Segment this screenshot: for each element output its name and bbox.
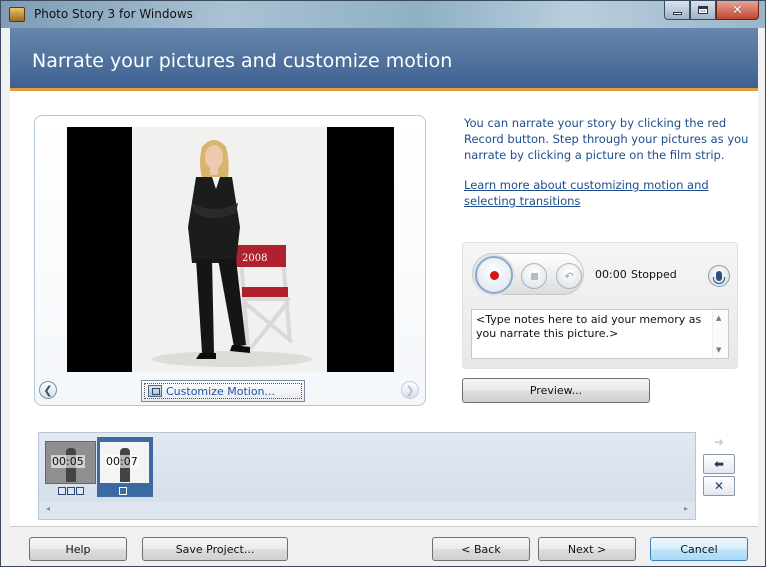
move-picture-left-button[interactable]: ⬅	[703, 454, 735, 474]
record-icon	[490, 271, 499, 280]
current-picture: 2008	[132, 127, 327, 372]
film-strip-item-selected[interactable]: 00:07	[97, 437, 153, 497]
save-project-button[interactable]: Save Project...	[142, 537, 288, 561]
scroll-right-icon: ▸	[683, 504, 688, 513]
film-strip: 00:05 00:07 ◂ ▸	[38, 432, 696, 520]
recording-status: Stopped	[631, 268, 677, 281]
picture-preview: 2008	[67, 127, 394, 372]
preview-button[interactable]: Preview...	[462, 378, 650, 403]
close-button[interactable]: ✕	[716, 1, 759, 20]
notes-box: <Type notes here to aid your memory as y…	[471, 309, 729, 359]
stop-button[interactable]	[521, 263, 547, 289]
narration-recorder: ↶ 00:00 Stopped <Type notes here to aid …	[462, 242, 738, 369]
record-button[interactable]	[475, 256, 513, 294]
motion-indicator-icon	[119, 487, 127, 495]
next-button[interactable]: Next >	[538, 537, 636, 561]
thumbnail-indicators	[119, 487, 127, 495]
music-indicator-icon	[76, 487, 84, 495]
scroll-up-icon: ▲	[716, 314, 722, 322]
scroll-down-icon: ▼	[716, 346, 722, 354]
customize-motion-label: Customize Motion...	[166, 384, 276, 398]
undo-icon: ↶	[564, 269, 574, 283]
minimize-icon	[672, 11, 682, 15]
picture-preview-panel: 2008 ❮ Customize Motion... ❯	[34, 115, 426, 406]
stop-icon	[530, 272, 538, 280]
chair-text: 2008	[242, 253, 267, 264]
next-picture-button[interactable]: ❯	[401, 381, 419, 399]
wizard-footer: Help Save Project... < Back Next > Cance…	[10, 526, 758, 566]
thumbnail-duration: 00:07	[105, 455, 139, 468]
microphone-icon	[713, 271, 725, 284]
caption-buttons: ✕	[664, 1, 759, 21]
film-strip-item[interactable]: 00:05	[43, 437, 99, 497]
customize-motion-button[interactable]: Customize Motion...	[141, 380, 305, 402]
narration-indicator-icon	[58, 487, 66, 495]
help-button[interactable]: Help	[29, 537, 127, 561]
delete-icon: ✕	[713, 479, 725, 493]
chevron-right-icon: ❯	[405, 383, 415, 397]
previous-picture-button[interactable]: ❮	[39, 381, 57, 399]
microphone-button[interactable]	[708, 265, 730, 287]
arrow-right-icon: ➜	[713, 435, 725, 449]
chevron-left-icon: ❮	[43, 383, 53, 397]
page-title: Narrate your pictures and customize moti…	[32, 50, 453, 72]
minimize-button[interactable]	[664, 1, 690, 20]
thumbnail-indicators	[58, 487, 84, 495]
app-icon	[9, 7, 25, 22]
scroll-left-icon: ◂	[46, 504, 51, 513]
back-button[interactable]: < Back	[432, 537, 530, 561]
photo-story-window: Photo Story 3 for Windows ✕ Narrate your…	[0, 0, 766, 567]
cancel-button[interactable]: Cancel	[650, 537, 748, 561]
motion-indicator-icon	[67, 487, 75, 495]
narration-notes-field[interactable]: <Type notes here to aid your memory as y…	[472, 310, 713, 358]
instructions-text: You can narrate your story by clicking t…	[464, 116, 749, 162]
move-picture-right-button[interactable]: ➜	[703, 432, 735, 452]
maximize-button[interactable]	[690, 1, 716, 20]
customize-motion-icon	[148, 385, 162, 397]
arrow-left-icon: ⬅	[713, 457, 725, 471]
undo-button[interactable]: ↶	[556, 263, 582, 289]
page-header: Narrate your pictures and customize moti…	[10, 28, 758, 91]
maximize-icon	[698, 6, 708, 14]
close-icon: ✕	[732, 2, 743, 18]
film-strip-scrollbar[interactable]: ◂ ▸	[39, 502, 695, 519]
recording-time: 00:00	[595, 268, 627, 281]
remove-picture-button[interactable]: ✕	[703, 476, 735, 496]
picture-illustration: 2008	[132, 127, 327, 372]
main-content: 2008 ❮ Customize Motion... ❯ You can nar…	[10, 91, 758, 526]
learn-more-link[interactable]: Learn more about customizing motion and …	[464, 177, 756, 209]
notes-scrollbar[interactable]: ▲ ▼	[712, 310, 728, 358]
thumbnail-duration: 00:05	[51, 455, 85, 468]
title-bar[interactable]: Photo Story 3 for Windows ✕	[1, 1, 765, 28]
window-title: Photo Story 3 for Windows	[34, 7, 193, 21]
